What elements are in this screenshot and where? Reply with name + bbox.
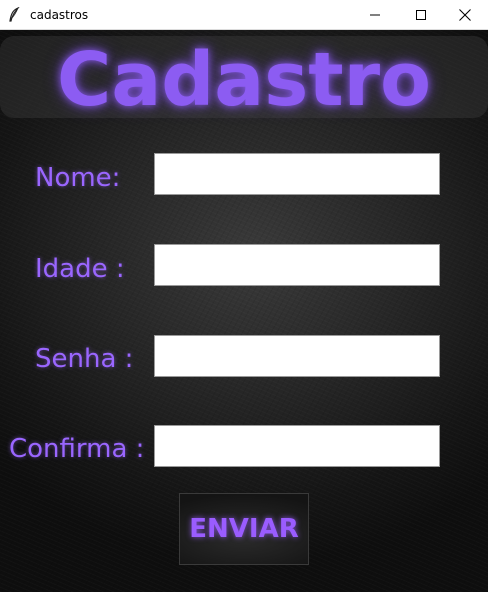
window-title: cadastros: [30, 8, 89, 22]
close-icon: [459, 8, 471, 21]
password-label: Senha :: [35, 344, 134, 374]
minimize-icon: [370, 14, 380, 15]
name-label: Nome:: [35, 163, 121, 193]
maximize-icon: [416, 9, 426, 20]
title-bar: cadastros: [0, 0, 488, 30]
form-canvas: Cadastro Nome: Idade : Senha : Confirma …: [0, 30, 488, 592]
confirm-password-input[interactable]: [154, 425, 440, 467]
password-input[interactable]: [154, 335, 440, 377]
feather-icon: [8, 6, 20, 23]
name-input[interactable]: [154, 153, 440, 195]
close-button[interactable]: [442, 0, 488, 29]
confirm-label: Confirma :: [9, 434, 145, 464]
age-label: Idade :: [35, 254, 125, 284]
page-title: Cadastro: [57, 37, 431, 123]
send-button[interactable]: ENVIAR: [179, 493, 309, 565]
age-input[interactable]: [154, 244, 440, 286]
minimize-button[interactable]: [352, 0, 398, 29]
maximize-button[interactable]: [398, 0, 444, 29]
